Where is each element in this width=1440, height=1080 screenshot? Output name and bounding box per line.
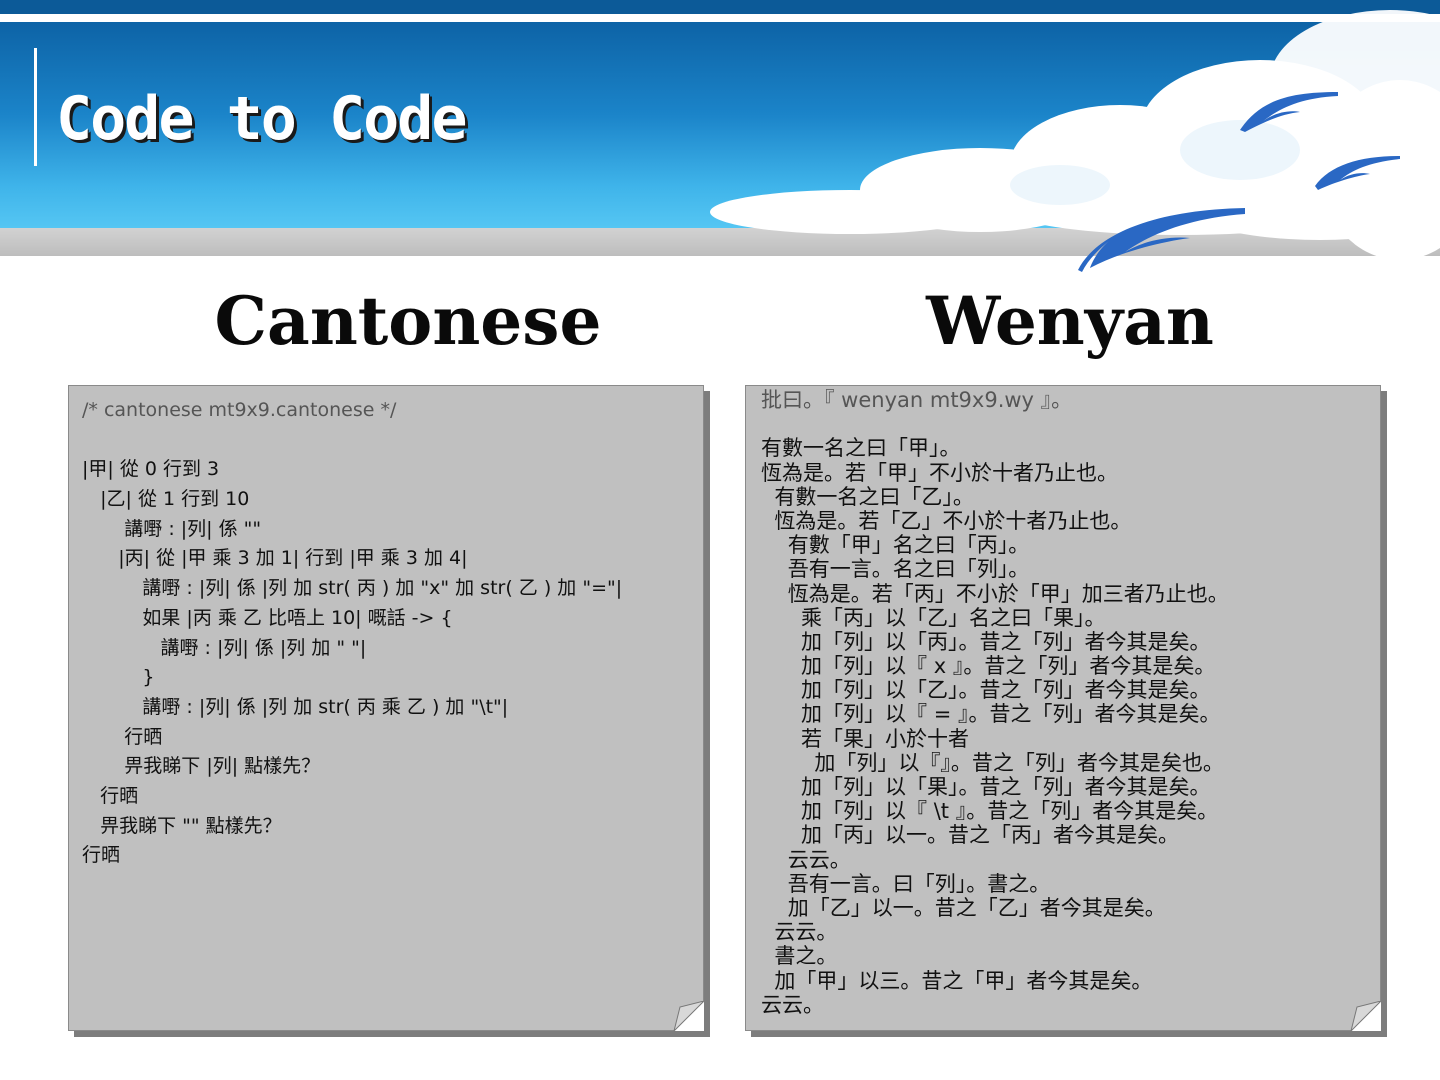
cantonese-code-line [82, 426, 622, 456]
seagull-icon [1240, 92, 1338, 132]
wenyan-code-line: 乘「丙」以「乙」名之曰「果」。 [761, 605, 1106, 630]
page-curl-icon [1350, 1001, 1381, 1031]
wenyan-code-line: 加「甲」以三。昔之「甲」者今其是矣。 [761, 968, 1153, 993]
wenyan-code-line: 云云。 [761, 992, 824, 1017]
cantonese-code-line: 講嘢 : |列| 係 |列 加 str( 丙 ) 加 "x" 加 str( 乙 … [82, 577, 623, 600]
cantonese-code-line: 如果 |丙 乘 乙 比唔上 10| 嘅話 -> { [82, 606, 453, 629]
cantonese-code-line: } [82, 666, 155, 689]
wenyan-code-line: 加「丙」以一。昔之「丙」者今其是矣。 [761, 823, 1180, 848]
cantonese-code-line: 講嘢 : |列| 係 |列 加 str( 丙 乘 乙 ) 加 "\t"| [82, 695, 509, 718]
wenyan-code-line: 加「列」以『 \t 』。昔之「列」者今其是矣。 [761, 799, 1219, 824]
seagull-icon [1315, 156, 1400, 190]
wenyan-code-line: 有數一名之曰「乙」。 [761, 484, 974, 509]
cantonese-code-line: 行晒 [82, 725, 163, 748]
wenyan-code-line: 加「列」以「丙」。昔之「列」者今其是矣。 [761, 629, 1211, 654]
wenyan-code-line: 有數一名之曰「甲」。 [761, 436, 961, 461]
seagull-icons [1078, 92, 1400, 272]
heading-wenyan: Wenyan [926, 282, 1214, 360]
wenyan-code-line: 云云。 [761, 920, 838, 945]
cantonese-code-line: 講嘢 : |列| 係 |列 加 " "| [82, 636, 367, 659]
wenyan-code-line: 吾有一言。曰「列」。書之。 [761, 871, 1051, 896]
wenyan-code-line: 加「乙」以一。昔之「乙」者今其是矣。 [761, 895, 1166, 920]
wenyan-code-line: 若「果」小於十者 [761, 726, 970, 751]
wenyan-code-panel: 批曰。『 wenyan mt9x9.wy 』。 有數一名之曰「甲」。 恆為是。若「甲… [745, 385, 1381, 1031]
wenyan-code-line: 恆為是。若「甲」不小於十者乃止也。 [761, 460, 1118, 485]
cantonese-code-panel: /* cantonese mt9x9.cantonese */ |甲| 從 0 行… [68, 385, 704, 1031]
cantonese-code-line: 行晒 [82, 784, 139, 807]
cantonese-code-line: |甲| 從 0 行到 3 [82, 458, 220, 481]
wenyan-code-line: 恆為是。若「丙」不小於「甲」加三者乃止也。 [761, 581, 1229, 606]
cantonese-code-line: 講嘢 : |列| 係 "" [82, 517, 262, 540]
page-curl-icon [673, 1001, 704, 1031]
wenyan-code-line: 加「列」以『』。昔之「列」者今其是矣也。 [761, 750, 1224, 775]
wenyan-code-line: 加「列」以「乙」。昔之「列」者今其是矣。 [761, 678, 1211, 703]
heading-cantonese: Cantonese [214, 282, 602, 360]
cantonese-comment-line: /* cantonese mt9x9.cantonese */ [82, 399, 397, 421]
wenyan-code-line: 吾有一言。名之曰「列」。 [761, 557, 1030, 582]
cantonese-code-line: 行晒 [82, 844, 121, 867]
cantonese-code-line: 畀我睇下 |列| 點樣先？ [82, 755, 321, 778]
wenyan-code-line: 加「列」以『 = 』。昔之「列」者今其是矣。 [761, 702, 1221, 727]
seagull-icon [1078, 208, 1245, 272]
wenyan-code-line: 云云。 [761, 847, 851, 872]
cantonese-code-line: |乙| 從 1 行到 10 [82, 488, 250, 511]
wenyan-code-line: 有數「甲」名之曰「丙」。 [761, 533, 1030, 558]
wenyan-code-line: 恆為是。若「乙」不小於十者乃止也。 [761, 508, 1132, 533]
wenyan-code-line: 書之。 [761, 944, 838, 969]
wenyan-comment-line: 批曰。『 wenyan mt9x9.wy 』。 [761, 388, 1073, 412]
wenyan-code-block: 批曰。『 wenyan mt9x9.wy 』。 有數一名之曰「甲」。 恆為是。若「甲… [761, 388, 1229, 1017]
wenyan-code-line: 加「列」以『 x 』。昔之「列」者今其是矣。 [761, 654, 1216, 679]
wenyan-code-line: 加「列」以「果」。昔之「列」者今其是矣。 [761, 775, 1211, 799]
wenyan-code-line [761, 412, 1229, 436]
cantonese-code-line: |丙| 從 |甲 乘 3 加 1| 行到 |甲 乘 3 加 4| [82, 547, 468, 570]
cantonese-code-line: 畀我睇下 "" 點樣先？ [82, 814, 282, 837]
cantonese-code-block: /* cantonese mt9x9.cantonese */ |甲| 從 0 行… [82, 396, 622, 871]
